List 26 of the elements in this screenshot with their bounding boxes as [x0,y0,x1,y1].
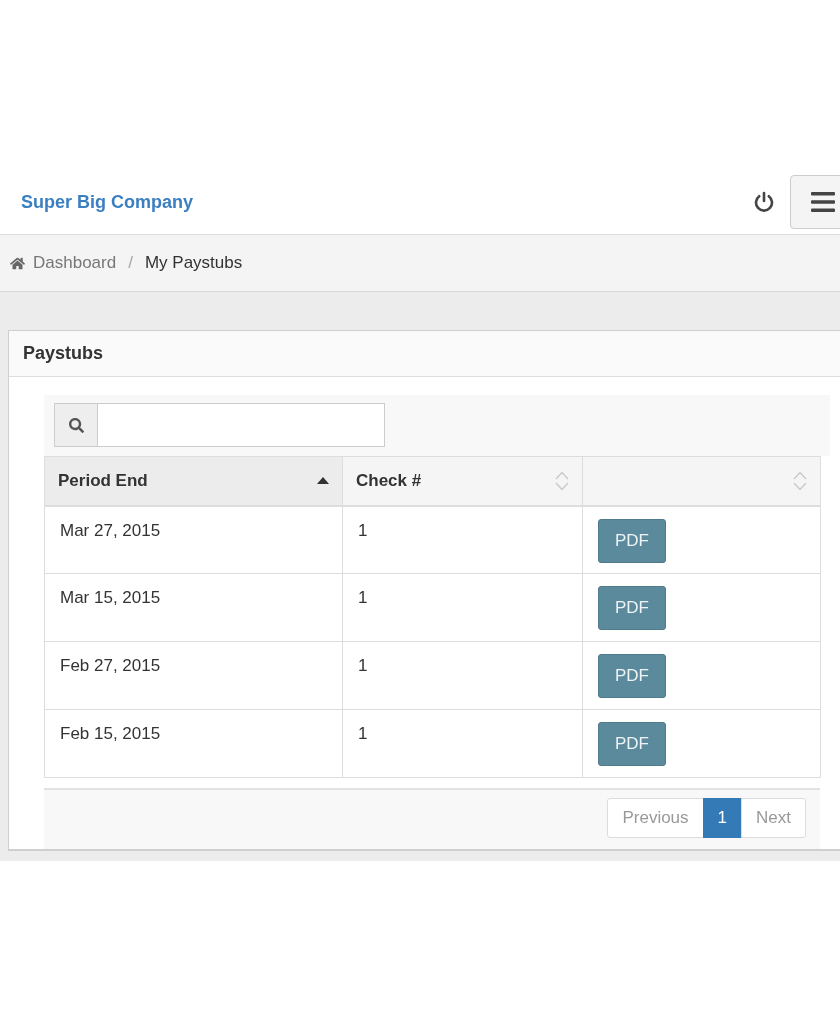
column-header[interactable]: Period End [44,456,343,506]
column-header[interactable]: Check # [342,456,583,506]
search-icon [68,417,84,433]
panel-title: Paystubs [23,343,104,364]
pdf-button[interactable]: PDF [598,518,666,563]
table-cell: 1 [342,709,583,778]
table-cell: Feb 15, 2015 [44,709,343,778]
table-cell: 1 [342,505,583,574]
brand-link[interactable]: Super Big Company [21,191,194,213]
breadcrumb-link[interactable]: Dashboard [10,253,117,273]
pdf-button[interactable]: PDF [598,586,666,630]
breadcrumb-separator: / [128,253,133,273]
search-field[interactable] [98,403,385,447]
table-cell: Feb 27, 2015 [44,641,343,710]
power-button[interactable] [752,190,776,214]
table-cell: 1 [342,573,583,642]
table-cell: Mar 27, 2015 [44,505,343,574]
breadcrumb-current: My Paystubs [144,253,243,273]
table-cell: 1 [342,641,583,710]
page-button[interactable]: 1 [702,798,743,838]
menu-icon [811,192,835,212]
pdf-button[interactable]: PDF [598,722,666,766]
table-cell: Mar 15, 2015 [44,573,343,642]
home-icon [10,255,25,271]
power-icon [753,191,775,213]
pdf-button[interactable]: PDF [598,654,666,698]
